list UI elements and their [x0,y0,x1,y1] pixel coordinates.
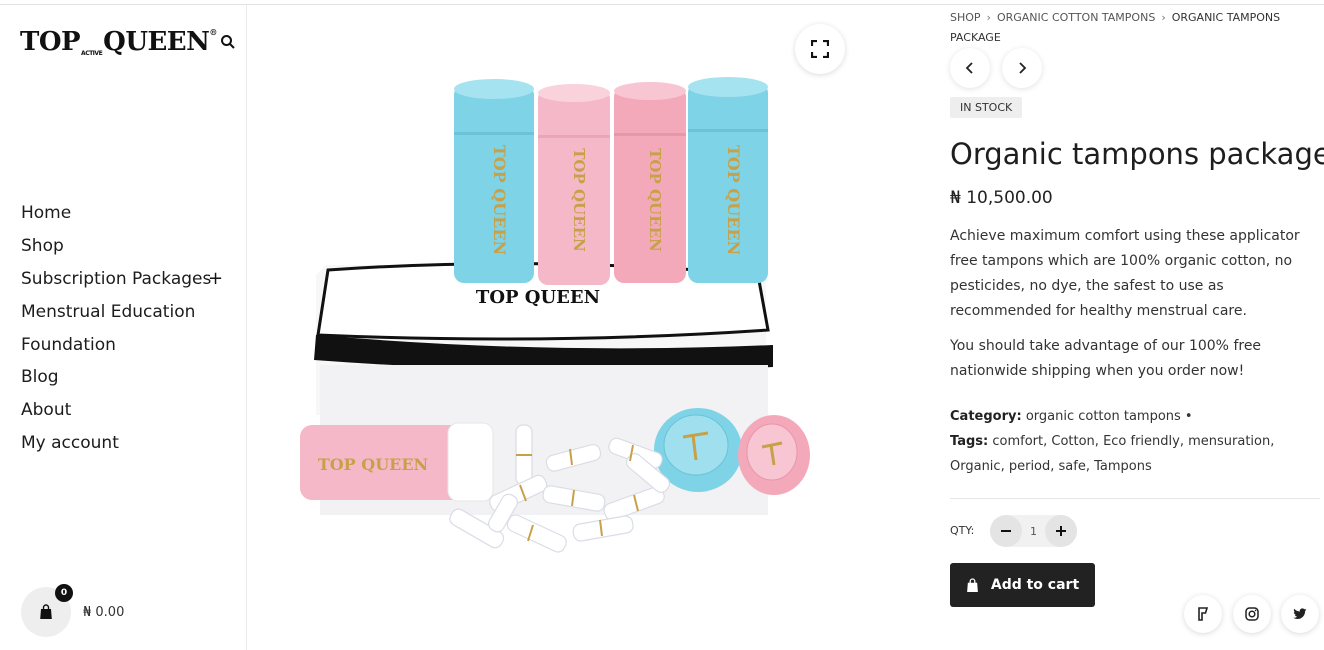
add-to-cart-label: Add to cart [990,577,1080,593]
tag-link[interactable]: period [1009,459,1050,474]
nav-item-blog[interactable]: Blog [21,361,211,394]
foursquare-link[interactable] [1184,595,1222,633]
nav-item-my-account[interactable]: My account [21,427,211,460]
breadcrumb-shop[interactable]: SHOP [950,11,981,24]
tag-link[interactable]: Cotton [1051,434,1094,449]
breadcrumb: SHOP › ORGANIC COTTON TAMPONS › ORGANIC TAMP… [950,8,1310,48]
tag-link[interactable]: Eco friendly [1103,434,1180,449]
product-price: ₦ 10,500.00 [950,188,1053,208]
svg-text:TOP QUEEN: TOP QUEEN [490,145,509,255]
cart-count-badge: 0 [55,584,73,602]
nav-item-about[interactable]: About [21,394,211,427]
nav-item-menstrual-education[interactable]: Menstrual Education [21,295,211,328]
category-row: Category: organic cotton tampons • [950,409,1193,424]
logo-wordmark: TOPACTIVEQUEEN® [20,27,217,57]
search-icon[interactable] [220,34,236,50]
category-link[interactable]: organic cotton tampons [1026,409,1181,424]
instagram-icon [1245,607,1259,621]
tags-row: Tags: comfort, Cotton, Eco friendly, men… [950,434,1275,474]
minus-icon [1001,530,1011,532]
plus-icon [1056,526,1066,536]
cart-button[interactable]: 0 [21,584,73,637]
product-description: Achieve maximum comfort using these appl… [950,224,1320,394]
nav-item-subscription-packages[interactable]: Subscription Packages + [21,263,223,296]
qty-increase-button[interactable] [1045,515,1077,547]
tag-link[interactable]: safe [1059,459,1086,474]
quantity-stepper: 1 [990,515,1077,547]
tag-link[interactable]: comfort [992,434,1043,449]
tag-link[interactable]: mensuration [1188,434,1270,449]
svg-text:TOP QUEEN: TOP QUEEN [646,148,664,252]
svg-text:TOP QUEEN: TOP QUEEN [570,148,588,252]
next-product-button[interactable] [1002,48,1042,88]
chevron-left-icon [965,62,973,74]
shopping-bag-icon [40,604,52,619]
add-to-cart-button[interactable]: Add to cart [950,563,1095,607]
box-brand-text: TOP QUEEN [476,287,600,308]
sidebar: TOPACTIVEQUEEN® Home Shop Subscription P… [0,5,247,650]
qty-input[interactable]: 1 [1030,525,1037,538]
tag-link[interactable]: Tampons [1094,459,1152,474]
product-details: SHOP › ORGANIC COTTON TAMPONS › ORGANIC TAMP… [950,5,1324,650]
nav-item-foundation[interactable]: Foundation [21,328,211,361]
product-gallery: TOP QUEEN TOP QUEEN TOP QUEEN TOP QUEEN … [248,5,928,650]
tags-label: Tags: [950,434,989,449]
shopping-bag-icon [966,577,978,592]
tube-brand-text: TOP QUEEN [318,455,428,474]
qty-decrease-button[interactable] [990,515,1022,547]
stock-badge: IN STOCK [950,97,1023,118]
category-label: Category: [950,409,1022,424]
product-title: Organic tampons package [950,137,1324,171]
cart-total: ₦ 0.00 [83,604,125,620]
description-paragraph: You should take advantage of our 100% fr… [950,338,1262,379]
chevron-right-icon [1019,62,1027,74]
nav-item-shop[interactable]: Shop [21,230,211,263]
standing-tubes: TOP QUEEN TOP QUEEN TOP QUEEN TOP QUEEN [454,77,768,285]
expand-plus-icon[interactable]: + [208,268,223,289]
svg-text:TOP QUEEN: TOP QUEEN [724,145,743,255]
tag-link[interactable]: Organic [950,459,1001,474]
twitter-icon [1293,608,1307,620]
mini-cart[interactable]: 0 ₦ 0.00 [21,584,125,637]
instagram-link[interactable] [1233,595,1271,633]
divider [950,498,1320,499]
description-paragraph: Achieve maximum comfort using these appl… [950,228,1300,319]
nav-item-home[interactable]: Home [21,197,211,230]
twitter-link[interactable] [1281,595,1319,633]
expand-icon [811,40,829,58]
product-image[interactable]: TOP QUEEN TOP QUEEN TOP QUEEN TOP QUEEN … [288,65,868,600]
qty-label: QTY: [950,524,975,537]
lying-tube: TOP QUEEN [300,422,494,502]
prev-product-button[interactable] [950,48,990,88]
breadcrumb-category[interactable]: ORGANIC COTTON TAMPONS [997,11,1155,24]
main-nav: Home Shop Subscription Packages + Menstru… [21,197,223,460]
breadcrumb-separator: › [1161,11,1166,24]
product-meta: Category: organic cotton tampons • Tags:… [950,404,1320,479]
breadcrumb-separator: › [986,11,991,24]
foursquare-icon [1198,607,1209,621]
site-logo[interactable]: TOPACTIVEQUEEN® [20,27,236,57]
